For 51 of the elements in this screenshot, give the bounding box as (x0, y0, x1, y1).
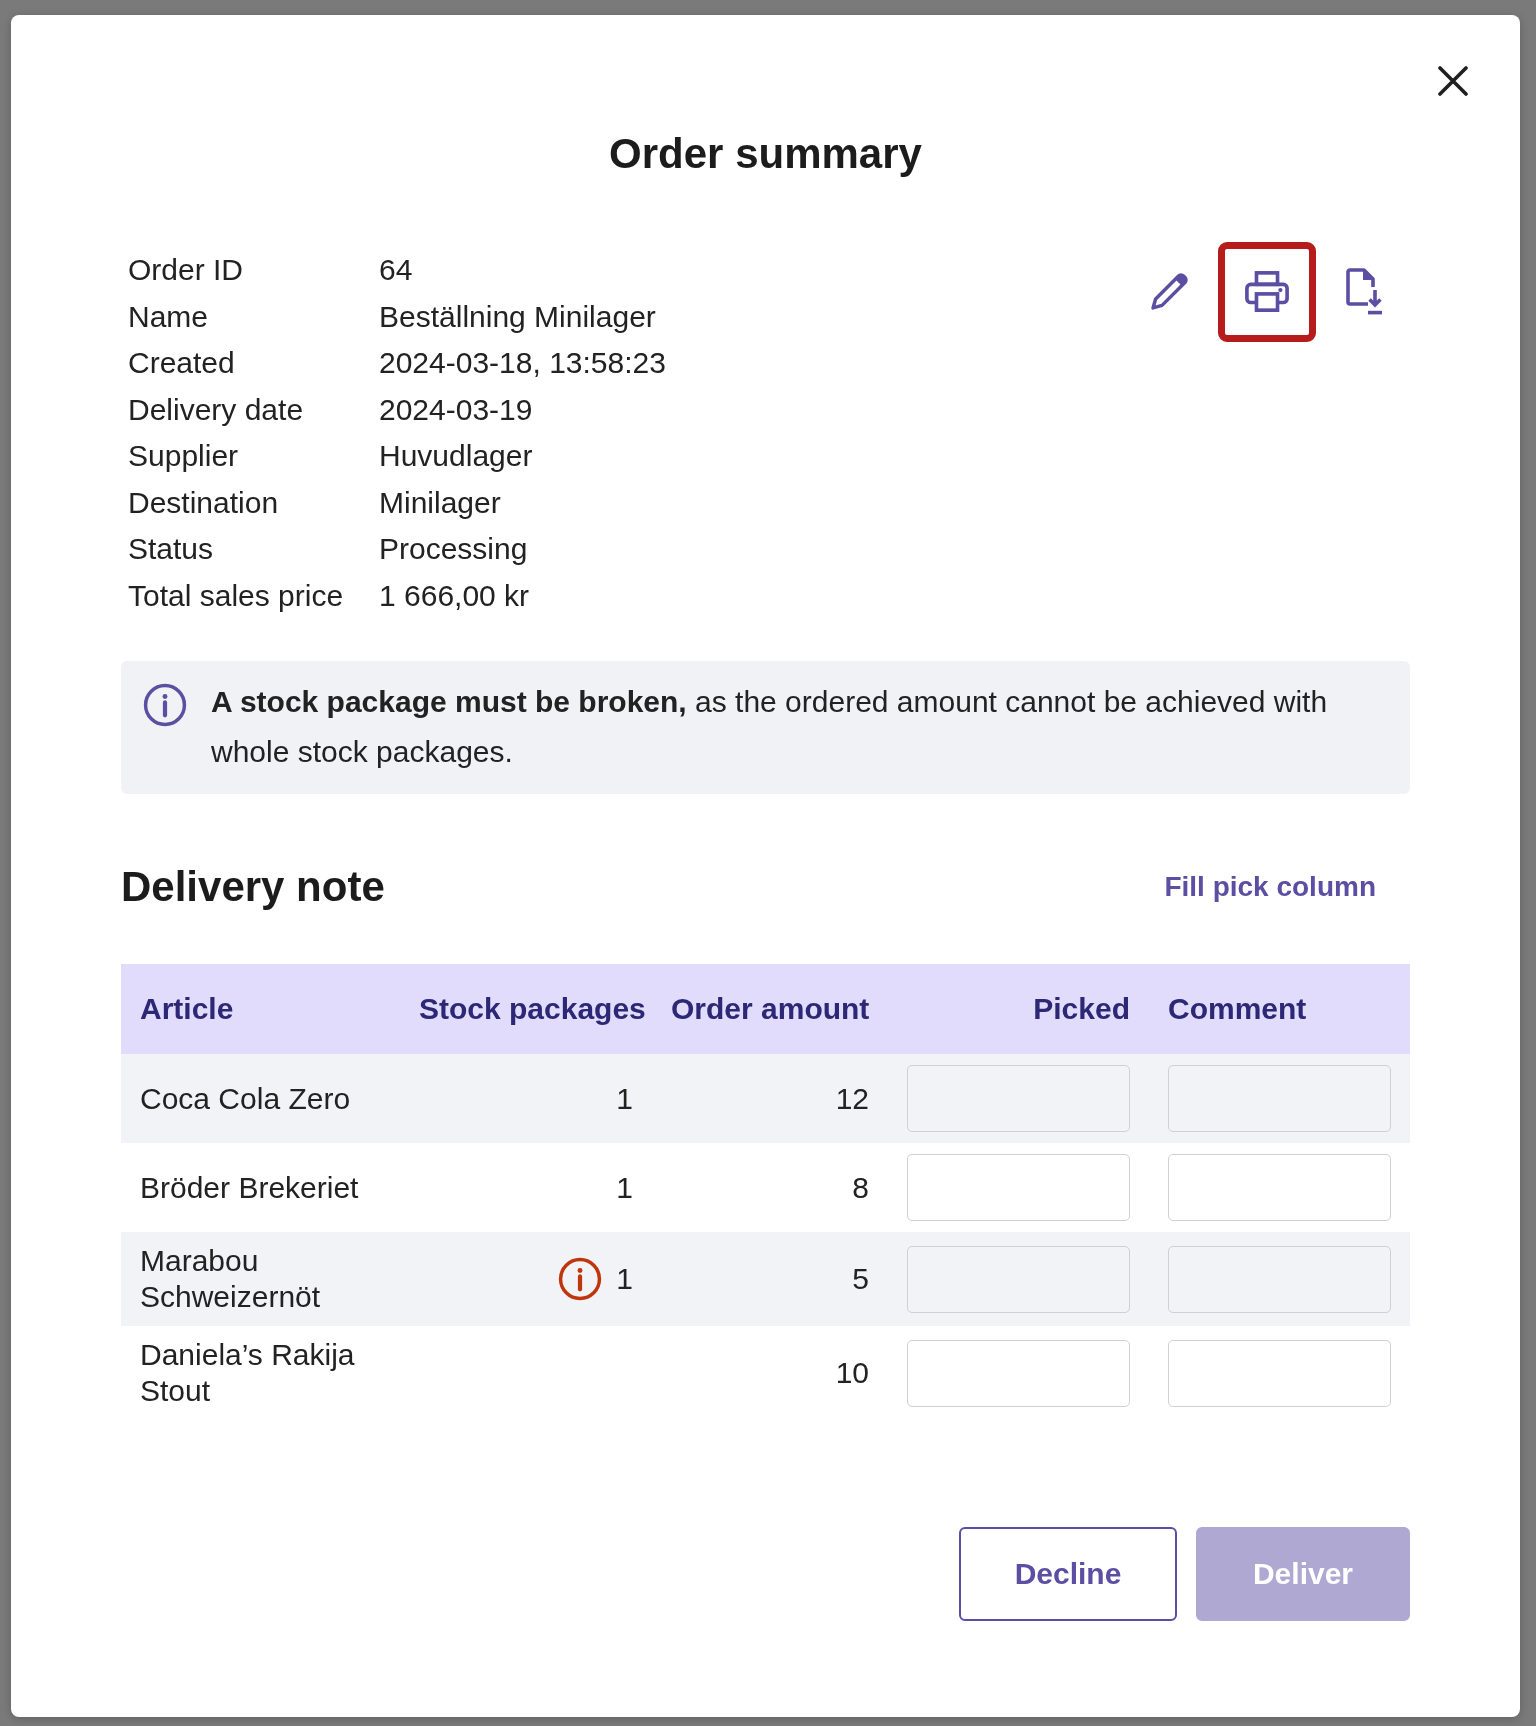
detail-value: 1 666,00 kr (379, 577, 531, 614)
column-header: Picked (888, 964, 1149, 1054)
section-title: Delivery note (121, 862, 385, 912)
detail-value: 2024-03-19 (379, 391, 534, 428)
stock-packages-cell: 1 (616, 1261, 633, 1297)
article-cell-text: Coca Cola Zero (140, 1080, 352, 1117)
detail-label: Name (128, 298, 210, 335)
picked-field[interactable] (907, 1245, 1130, 1313)
article-cell-text: Bröder Brekeriet (140, 1169, 360, 1206)
article-cell-text: Daniela’s Rakija Stout (140, 1337, 356, 1409)
column-header: Article (121, 964, 400, 1054)
detail-value: Beställning Minilager (379, 298, 657, 335)
detail-label: Order ID (128, 252, 245, 288)
detail-label: Supplier (128, 438, 240, 474)
article-cell-text: Marabou Schweizernöt (140, 1243, 322, 1315)
detail-label: Total sales price (128, 577, 345, 614)
file-download-icon (1345, 267, 1385, 317)
detail-label: Destination (128, 484, 280, 521)
detail-value: 64 (379, 252, 414, 288)
info-icon (143, 683, 187, 727)
column-header: Comment (1149, 964, 1410, 1054)
order-amount-cell: 5 (852, 1261, 869, 1297)
comment-field[interactable] (1168, 1154, 1391, 1221)
picked-field[interactable] (907, 1154, 1130, 1221)
stock-packages-cell: 1 (616, 1169, 633, 1206)
dialog-title: Order summary (609, 129, 922, 179)
notice-text: A stock package must be broken, as the ordered amount cannot be achieved with whole stock packages. (211, 684, 1329, 770)
print-button[interactable] (1218, 242, 1316, 342)
column-header: Stock packages (400, 964, 652, 1054)
decline-button[interactable]: Decline (959, 1527, 1177, 1621)
close-button[interactable] (1438, 66, 1468, 96)
detail-value: Huvudlager (379, 438, 534, 474)
detail-value: Minilager (379, 484, 502, 521)
picked-field[interactable] (907, 1065, 1130, 1132)
comment-field[interactable] (1168, 1065, 1391, 1132)
detail-label: Created (128, 345, 236, 381)
detail-value: Processing (379, 531, 529, 567)
detail-label: Delivery date (128, 391, 305, 428)
order-amount-cell: 8 (852, 1169, 869, 1206)
order-amount-cell: 12 (835, 1080, 869, 1117)
printer-icon (1244, 270, 1290, 314)
order-amount-cell: 10 (835, 1355, 869, 1391)
detail-label: Status (128, 531, 215, 567)
fill-pick-column-link[interactable]: Fill pick column (1164, 871, 1376, 903)
close-icon (1438, 66, 1468, 96)
detail-value: 2024-03-18, 13:58:23 (379, 345, 666, 381)
stock-packages-cell: 1 (616, 1080, 633, 1117)
column-header: Order amount (652, 964, 888, 1054)
picked-field[interactable] (907, 1339, 1130, 1407)
comment-field[interactable] (1168, 1245, 1391, 1313)
comment-field[interactable] (1168, 1339, 1391, 1407)
